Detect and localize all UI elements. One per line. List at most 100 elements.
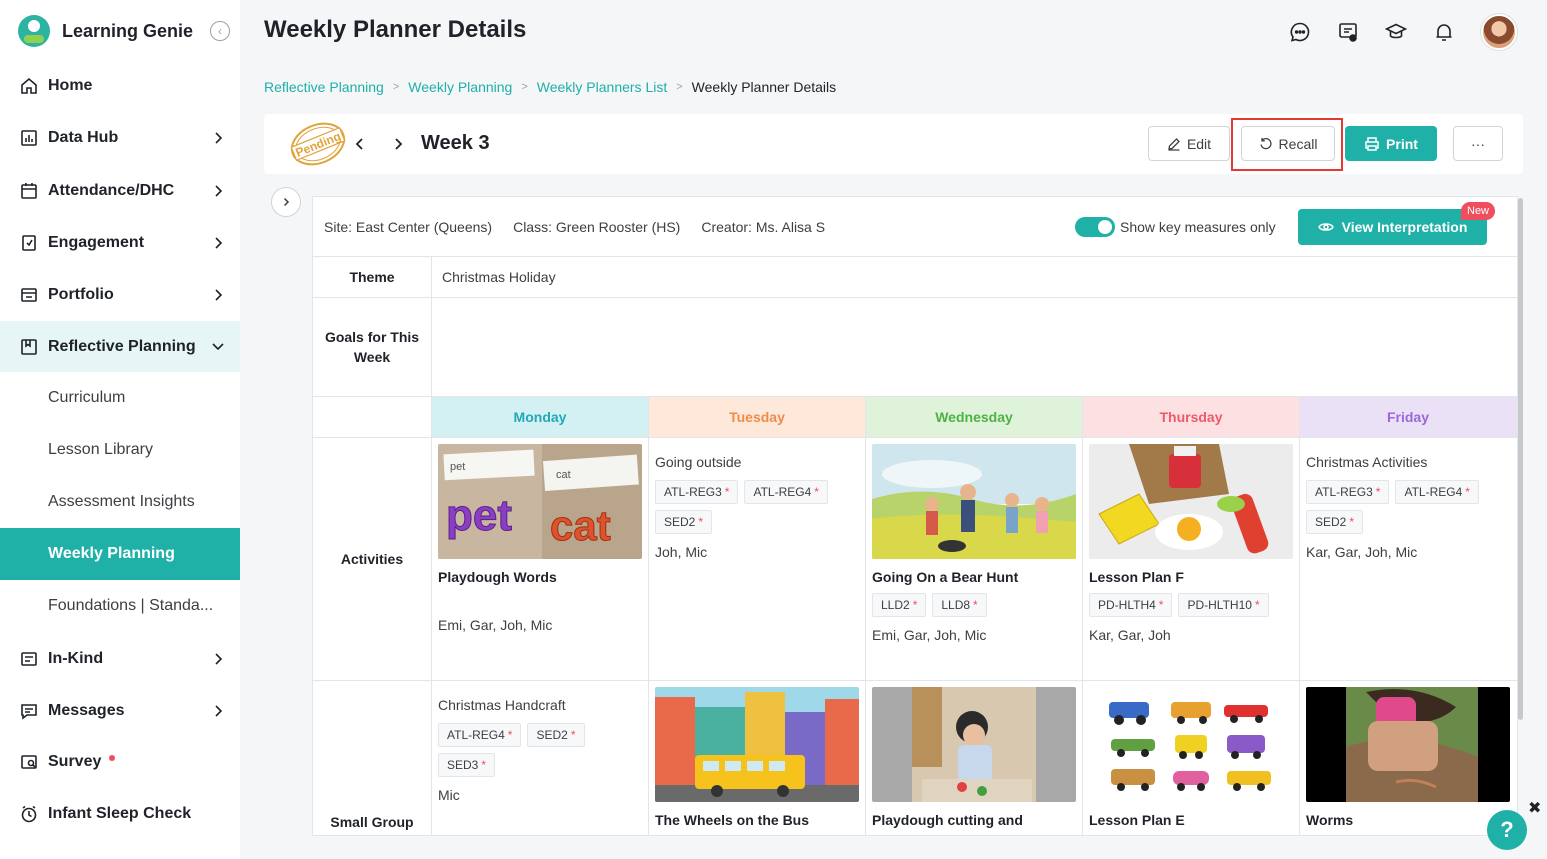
theme-value: Christmas Holiday xyxy=(432,257,1517,298)
key-measures-toggle[interactable] xyxy=(1075,217,1115,237)
activity-cell-wednesday[interactable]: Going On a Bear Hunt LLD2 * LLD8 * Emi, Ga… xyxy=(866,438,1083,681)
small-group-cell-monday[interactable]: Christmas Handcraft ATL-REG4 * SED2 * SED3… xyxy=(432,681,649,835)
sidebar-subitem-weekly-planning[interactable]: Weekly Planning xyxy=(0,528,240,580)
breadcrumb-separator-icon: > xyxy=(521,81,528,93)
pet-playdough-letters: pet xyxy=(446,491,512,540)
measure-tag: LLD2 * xyxy=(872,593,927,617)
small-group-image-toy-cars xyxy=(1089,687,1293,802)
activity-children: Kar, Gar, Joh, Mic xyxy=(1306,544,1418,560)
home-icon xyxy=(20,77,38,95)
creator-label: Creator: Ms. Alisa S xyxy=(701,218,826,235)
small-group-image-school-bus xyxy=(655,687,859,802)
breadcrumb-reflective-planning[interactable]: Reflective Planning xyxy=(264,79,384,95)
help-button[interactable]: ? xyxy=(1487,810,1527,850)
view-interpretation-button[interactable]: View Interpretation xyxy=(1298,209,1487,245)
measure-tag: ATL-REG3 * xyxy=(1306,480,1390,504)
edit-button[interactable]: Edit xyxy=(1148,126,1230,161)
sidebar-item-label: Messages xyxy=(48,702,125,719)
breadcrumb: Reflective Planning > Weekly Planning > … xyxy=(264,79,836,95)
small-group-title: Playdough cutting and xyxy=(872,812,1023,828)
sidebar-item-portfolio[interactable]: Portfolio xyxy=(0,270,240,320)
sidebar-item-messages[interactable]: Messages xyxy=(0,686,240,736)
small-group-title: Worms xyxy=(1306,812,1354,828)
breadcrumb-separator-icon: > xyxy=(676,81,683,93)
expand-panel-button[interactable] xyxy=(271,187,301,217)
sidebar-item-label: Data Hub xyxy=(48,129,119,146)
recall-highlight-box xyxy=(1231,118,1343,171)
sidebar-item-label: Survey xyxy=(48,753,102,770)
clock-icon xyxy=(20,805,38,823)
vertical-scrollbar[interactable] xyxy=(1518,198,1523,720)
chevron-right-icon xyxy=(215,237,223,249)
breadcrumb-weekly-planners-list[interactable]: Weekly Planners List xyxy=(537,79,667,95)
sidebar-item-attendance[interactable]: Attendance/DHC xyxy=(0,166,240,216)
goals-label: Goals for This Week xyxy=(313,298,432,397)
day-header-friday: Friday xyxy=(1300,397,1517,438)
close-icon[interactable]: ✖ xyxy=(1528,798,1541,818)
measure-tag: SED2 * xyxy=(1306,510,1364,534)
day-header-spacer xyxy=(313,397,432,438)
activity-tags: ATL-REG3 * ATL-REG4 * SED2 * xyxy=(1306,480,1511,540)
more-options-button[interactable]: ··· xyxy=(1453,126,1503,161)
sidebar-subitem-lesson-library[interactable]: Lesson Library xyxy=(0,425,240,475)
sidebar-subitem-foundations[interactable]: Foundations | Standa... xyxy=(0,581,240,631)
eye-icon xyxy=(1317,223,1334,231)
sidebar: Learning Genie ‹ Home Data Hub Attendanc… xyxy=(0,0,240,859)
small-group-cell-tuesday[interactable]: The Wheels on the Bus xyxy=(649,681,866,835)
survey-icon xyxy=(20,753,38,771)
sidebar-subitem-assessment-insights[interactable]: Assessment Insights xyxy=(0,477,240,527)
activity-children: Kar, Gar, Joh xyxy=(1089,627,1171,643)
in-kind-icon xyxy=(20,650,38,668)
sidebar-item-data-hub[interactable]: Data Hub xyxy=(0,113,240,163)
small-group-title: Lesson Plan E xyxy=(1089,812,1185,828)
graduation-cap-icon[interactable] xyxy=(1385,21,1407,43)
print-button[interactable]: Print xyxy=(1345,126,1437,161)
activity-cell-tuesday[interactable]: Going outside ATL-REG3 * ATL-REG4 * SED2 * … xyxy=(649,438,866,681)
sidebar-item-infant-sleep-check[interactable]: Infant Sleep Check xyxy=(0,789,240,839)
small-group-cell-friday[interactable]: Worms xyxy=(1300,681,1517,835)
measure-tag: PD-HLTH4 * xyxy=(1089,593,1173,617)
measure-tag: SED3 * xyxy=(438,753,496,777)
sidebar-item-survey[interactable]: Survey xyxy=(0,737,240,787)
chevron-right-icon xyxy=(215,132,223,144)
activity-cell-monday[interactable]: pet cat pet cat Playdough Words Emi, Gar… xyxy=(432,438,649,681)
sidebar-item-label: Attendance/DHC xyxy=(48,182,175,199)
sidebar-item-label: In-Kind xyxy=(48,650,104,667)
activity-tags: LLD2 * LLD8 * xyxy=(872,593,1076,623)
activity-cell-thursday[interactable]: Lesson Plan F PD-HLTH4 * PD-HLTH10 * Kar, … xyxy=(1083,438,1300,681)
sidebar-item-in-kind[interactable]: In-Kind xyxy=(0,634,240,684)
planning-icon xyxy=(20,338,38,356)
measure-tag: SED2 * xyxy=(655,510,713,534)
activity-image-playdough-words: pet cat pet cat xyxy=(438,444,642,559)
breadcrumb-weekly-planning[interactable]: Weekly Planning xyxy=(408,79,512,95)
small-group-cell-wednesday[interactable]: Playdough cutting and xyxy=(866,681,1083,835)
small-group-cell-thursday[interactable]: Lesson Plan E xyxy=(1083,681,1300,835)
view-interpretation-label: View Interpretation xyxy=(1341,219,1468,235)
activity-children: Emi, Gar, Joh, Mic xyxy=(438,617,553,633)
bar-chart-icon xyxy=(20,129,38,147)
measure-tag: LLD8 * xyxy=(932,593,987,617)
sidebar-item-home[interactable]: Home xyxy=(0,61,240,111)
sidebar-item-engagement[interactable]: Engagement xyxy=(0,218,240,268)
previous-week-icon[interactable] xyxy=(352,134,368,154)
measure-tag: ATL-REG3 * xyxy=(655,480,739,504)
activity-tags: PD-HLTH4 * PD-HLTH10 * xyxy=(1089,593,1293,623)
sidebar-subitem-curriculum[interactable]: Curriculum xyxy=(0,373,240,423)
chevron-left-circle-icon[interactable]: ‹ xyxy=(210,21,230,41)
chat-icon[interactable] xyxy=(1289,21,1311,43)
brand-name: Learning Genie xyxy=(62,20,194,41)
engagement-icon xyxy=(20,234,38,252)
small-group-children: Mic xyxy=(438,787,460,803)
bell-icon[interactable] xyxy=(1433,21,1455,43)
sidebar-item-label: Engagement xyxy=(48,234,145,251)
user-avatar[interactable] xyxy=(1481,14,1517,50)
activity-children: Joh, Mic xyxy=(655,544,708,560)
measure-tag: ATL-REG4 * xyxy=(744,480,828,504)
week-label: Week 3 xyxy=(421,132,490,154)
sidebar-item-reflective-planning[interactable]: Reflective Planning xyxy=(0,321,240,372)
next-week-icon[interactable] xyxy=(390,134,406,154)
planner-table: Site: East Center (Queens) Class: Green … xyxy=(312,196,1518,836)
activity-cell-friday[interactable]: Christmas Activities ATL-REG3 * ATL-REG4 *… xyxy=(1300,438,1517,681)
message-icon xyxy=(20,702,38,720)
announcement-icon[interactable] xyxy=(1337,21,1359,43)
